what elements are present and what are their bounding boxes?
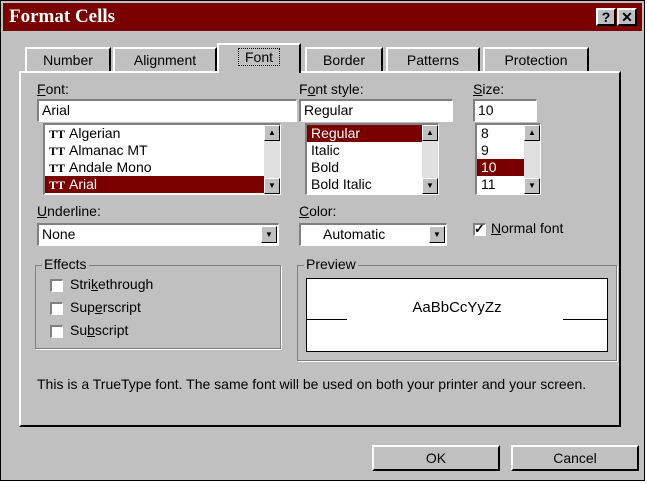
size-input[interactable]: 10 xyxy=(473,99,537,122)
preview-legend: Preview xyxy=(304,256,358,272)
superscript-label[interactable]: Superscript xyxy=(70,299,141,315)
font-label: Font: xyxy=(37,81,69,97)
normal-font-label[interactable]: Normal font xyxy=(491,220,563,236)
tab-patterns[interactable]: Patterns xyxy=(386,47,480,71)
help-button[interactable]: ? xyxy=(596,8,616,26)
font-style-list-scrollbar[interactable]: ▲ ▼ xyxy=(422,125,438,194)
effects-legend: Effects xyxy=(42,256,89,272)
tab-protection[interactable]: Protection xyxy=(483,47,589,71)
window-title: Format Cells xyxy=(9,6,116,27)
close-button[interactable]: ✕ xyxy=(617,8,637,26)
font-style-list[interactable]: Regular Italic Bold Bold Italic ▲ ▼ xyxy=(305,123,439,195)
tab-border[interactable]: Border xyxy=(305,47,383,71)
chevron-down-icon[interactable]: ▼ xyxy=(429,226,445,243)
strikethrough-checkbox[interactable] xyxy=(50,279,63,292)
scroll-down-icon[interactable]: ▼ xyxy=(422,178,438,194)
preview-box: AaBbCcYyZz xyxy=(306,278,608,352)
tab-font[interactable]: Font xyxy=(217,43,301,73)
chevron-down-icon[interactable]: ▼ xyxy=(261,226,277,243)
baseline-right xyxy=(563,319,607,320)
font-style-label: Font style: xyxy=(299,81,364,97)
size-label: Size: xyxy=(473,81,505,97)
color-value: Automatic xyxy=(323,226,386,242)
list-item-selected[interactable]: 10 xyxy=(477,159,524,176)
tab-label: Protection xyxy=(504,52,568,68)
size-list-scrollbar[interactable]: ▲ ▼ xyxy=(524,125,540,194)
scroll-up-icon[interactable]: ▲ xyxy=(422,125,438,141)
preview-sample: AaBbCcYyZz xyxy=(412,299,502,316)
info-text: This is a TrueType font. The same font w… xyxy=(37,376,587,392)
subscript-label[interactable]: Subscript xyxy=(70,322,128,338)
preview-group: Preview AaBbCcYyZz xyxy=(297,256,617,361)
tab-label: Font xyxy=(237,48,280,66)
tab-label: Border xyxy=(322,52,366,68)
underline-value: None xyxy=(42,226,76,242)
font-style-input[interactable]: Regular xyxy=(299,99,453,122)
font-tab-panel: Font: Arial TT Algerian TT Almanac MT TT An… xyxy=(19,71,621,427)
tab-number[interactable]: Number xyxy=(25,47,111,71)
list-item[interactable]: TT Algerian xyxy=(45,125,280,142)
tab-label: Number xyxy=(43,52,93,68)
subscript-checkbox[interactable] xyxy=(50,325,63,338)
font-list-scrollbar[interactable]: ▲ ▼ xyxy=(264,125,280,194)
truetype-icon: TT xyxy=(49,161,66,175)
cancel-button[interactable]: Cancel xyxy=(511,445,639,471)
list-item[interactable]: Italic xyxy=(307,142,438,159)
color-dropdown[interactable]: Automatic ▼ xyxy=(299,223,447,246)
ok-button[interactable]: OK xyxy=(372,445,500,471)
truetype-icon: TT xyxy=(49,144,66,158)
truetype-icon: TT xyxy=(49,178,66,192)
tab-label: Patterns xyxy=(406,52,460,68)
scroll-down-icon[interactable]: ▼ xyxy=(264,178,280,194)
effects-group: Effects Strikethrough Superscript Subscr… xyxy=(35,256,281,349)
truetype-icon: TT xyxy=(49,127,66,141)
list-item[interactable]: Bold Italic xyxy=(307,176,438,193)
superscript-checkbox[interactable] xyxy=(50,302,63,315)
scroll-up-icon[interactable]: ▲ xyxy=(264,125,280,141)
underline-label: Underline: xyxy=(37,203,101,219)
font-input[interactable]: Arial xyxy=(37,99,297,122)
list-item-selected[interactable]: TT Arial xyxy=(45,176,280,193)
normal-font-checkbox[interactable] xyxy=(473,221,486,237)
color-label: Color: xyxy=(299,203,337,219)
title-bar[interactable]: Format Cells ? ✕ xyxy=(3,3,642,31)
list-item[interactable]: TT Almanac MT xyxy=(45,142,280,159)
strikethrough-label[interactable]: Strikethrough xyxy=(70,276,153,292)
tab-alignment[interactable]: Alignment xyxy=(113,47,217,71)
list-item[interactable]: Bold xyxy=(307,159,438,176)
format-cells-dialog: Format Cells ? ✕ Number Alignment Font B… xyxy=(0,0,645,481)
tab-label: Alignment xyxy=(133,52,197,68)
scroll-down-icon[interactable]: ▼ xyxy=(524,178,540,194)
list-item-selected[interactable]: Regular xyxy=(307,125,438,142)
size-list[interactable]: 8 9 10 11 ▲ ▼ xyxy=(475,123,541,195)
baseline-left xyxy=(307,319,347,320)
underline-dropdown[interactable]: None ▼ xyxy=(37,223,279,246)
scroll-up-icon[interactable]: ▲ xyxy=(524,125,540,141)
list-item[interactable]: TT Andale Mono xyxy=(45,159,280,176)
font-list[interactable]: TT Algerian TT Almanac MT TT Andale Mono TT… xyxy=(43,123,281,195)
